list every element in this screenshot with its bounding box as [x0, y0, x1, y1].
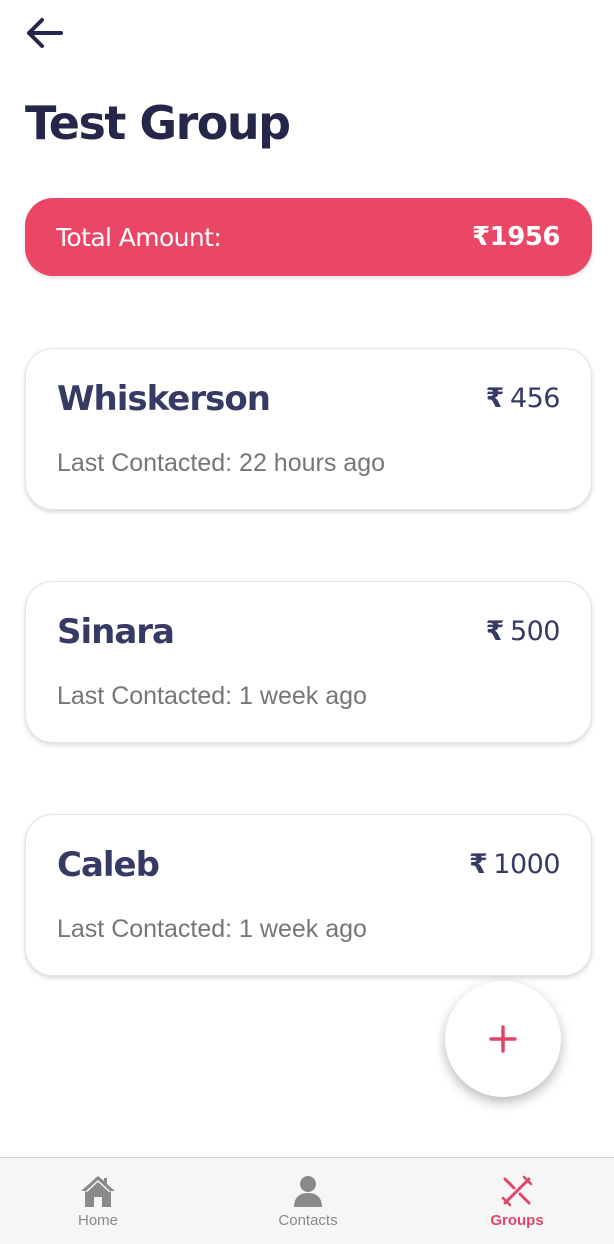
arrow-left-icon	[27, 18, 63, 48]
groups-icon	[497, 1172, 537, 1210]
member-name: Sinara	[57, 612, 175, 652]
member-name: Caleb	[57, 845, 160, 885]
member-card[interactable]: Whiskerson ₹456 Last Contacted: 22 hours…	[25, 348, 592, 510]
tab-home[interactable]: Home	[18, 1158, 178, 1244]
group-detail-screen: Test Group Total Amount: ₹1956 Whiskerso…	[0, 0, 614, 1244]
last-contacted: Last Contacted: 1 week ago	[57, 915, 367, 943]
rupee-symbol: ₹	[485, 383, 505, 414]
member-card[interactable]: Sinara ₹500 Last Contacted: 1 week ago	[25, 581, 592, 743]
member-amount-value: 500	[509, 616, 561, 647]
member-amount-value: 1000	[493, 849, 560, 880]
tab-contacts[interactable]: Contacts	[228, 1158, 388, 1244]
member-card[interactable]: Caleb ₹1000 Last Contacted: 1 week ago	[25, 814, 592, 976]
tab-contacts-label: Contacts	[278, 1212, 338, 1229]
member-amount: ₹500	[485, 616, 561, 647]
member-amount: ₹1000	[468, 849, 561, 880]
total-amount-value: ₹1956	[472, 222, 560, 252]
last-contacted: Last Contacted: 1 week ago	[57, 682, 367, 710]
person-icon	[288, 1172, 328, 1210]
tab-home-label: Home	[77, 1212, 118, 1229]
total-amount-banner: Total Amount: ₹1956	[25, 198, 592, 276]
rupee-symbol: ₹	[485, 616, 505, 647]
bottom-tab-bar: Home Contacts Groups	[0, 1157, 614, 1244]
tab-groups[interactable]: Groups	[437, 1158, 597, 1244]
last-contacted: Last Contacted: 22 hours ago	[57, 449, 386, 477]
total-amount-label: Total Amount:	[56, 222, 222, 252]
member-amount: ₹456	[485, 383, 561, 414]
add-member-button[interactable]	[445, 981, 561, 1097]
member-name: Whiskerson	[57, 379, 271, 419]
back-button[interactable]	[18, 10, 70, 56]
home-icon	[78, 1172, 118, 1210]
page-title: Test Group	[25, 96, 291, 150]
tab-groups-label: Groups	[490, 1212, 544, 1229]
member-amount-value: 456	[509, 383, 561, 414]
rupee-symbol: ₹	[468, 849, 488, 880]
plus-icon	[489, 1025, 517, 1053]
